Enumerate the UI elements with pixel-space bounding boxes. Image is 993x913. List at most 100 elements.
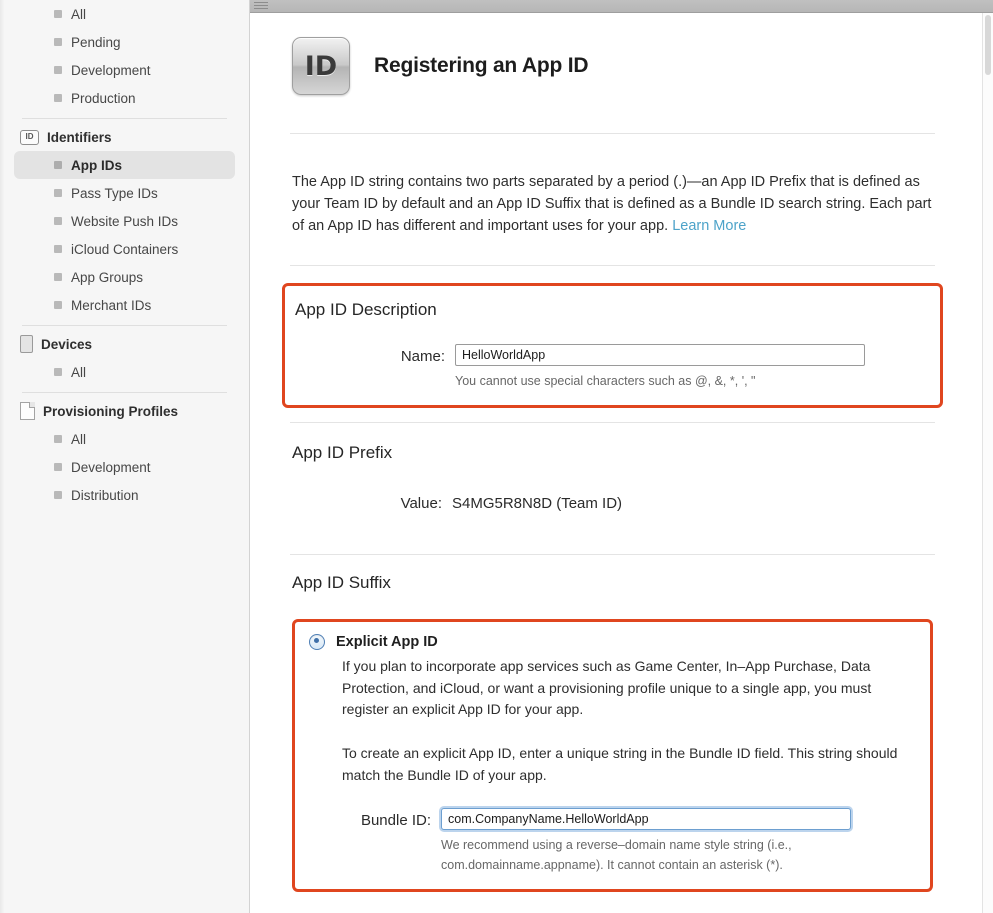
- page-content: ID Registering an App ID The App ID stri…: [250, 13, 983, 913]
- app-id-description-title: App ID Description: [295, 299, 437, 319]
- sidebar-item-label: All: [71, 364, 87, 380]
- sidebar-item-pending[interactable]: Pending: [14, 28, 235, 56]
- sidebar-item-merchant-ids[interactable]: Merchant IDs: [14, 291, 235, 319]
- sidebar: All Pending Development Production ID Id…: [0, 0, 250, 913]
- scrollbar-thumb[interactable]: [985, 15, 991, 75]
- document-icon: [20, 402, 35, 420]
- explicit-app-id-body: If you plan to incorporate app services …: [309, 656, 916, 786]
- app-id-icon: ID: [292, 37, 350, 95]
- app-id-prefix-section: App ID Prefix Value: S4MG5R8N8D (Team ID…: [282, 423, 943, 526]
- bullet-icon: [54, 94, 62, 102]
- sidebar-item-all-devices[interactable]: All: [14, 358, 235, 386]
- learn-more-link[interactable]: Learn More: [672, 218, 746, 234]
- sidebar-scroll-edge: [0, 0, 4, 913]
- sidebar-item-label: Pass Type IDs: [71, 185, 158, 201]
- bullet-icon: [54, 38, 62, 46]
- sidebar-item-label: All: [71, 6, 87, 22]
- explicit-app-id-block: Explicit App ID If you plan to incorpora…: [292, 618, 933, 893]
- explicit-paragraph-2: To create an explicit App ID, enter a un…: [342, 745, 898, 783]
- sidebar-item-pass-type-ids[interactable]: Pass Type IDs: [14, 179, 235, 207]
- sidebar-item-label: App Groups: [71, 269, 144, 285]
- sidebar-item-label: iCloud Containers: [71, 241, 179, 257]
- app-id-suffix-title: App ID Suffix: [292, 572, 391, 592]
- page-title: Registering an App ID: [374, 54, 589, 77]
- header-divider: [290, 133, 935, 134]
- vertical-scrollbar[interactable]: [982, 13, 993, 913]
- sidebar-item-distribution-profiles[interactable]: Distribution: [14, 481, 235, 509]
- prefix-value-label: Value:: [400, 494, 442, 512]
- sidebar-group-devices: Devices: [0, 330, 249, 358]
- app-id-icon-text: ID: [304, 50, 338, 82]
- app-id-description-section: App ID Description Name: You cannot use …: [282, 282, 943, 408]
- bullet-icon: [54, 161, 62, 169]
- name-field-column: You cannot use special characters such a…: [455, 343, 930, 391]
- prefix-value: S4MG5R8N8D (Team ID): [452, 494, 623, 512]
- bundle-id-label: Bundle ID:: [360, 812, 431, 830]
- sidebar-item-development-certs[interactable]: Development: [14, 56, 235, 84]
- bundle-id-field-row: Bundle ID: We recommend using a reverse–…: [309, 808, 916, 875]
- sidebar-item-production[interactable]: Production: [14, 84, 235, 112]
- sidebar-item-label: Pending: [71, 34, 121, 50]
- explicit-app-id-radio[interactable]: [309, 633, 325, 650]
- explicit-app-id-radio-row[interactable]: Explicit App ID: [309, 633, 916, 650]
- sidebar-item-label: Merchant IDs: [71, 297, 152, 313]
- bullet-icon: [54, 66, 62, 74]
- sidebar-divider: [22, 392, 227, 393]
- sidebar-list: All Pending Development Production ID Id…: [0, 0, 249, 509]
- page-scroll-area[interactable]: ID Registering an App ID The App ID stri…: [250, 13, 993, 913]
- bullet-icon: [54, 463, 62, 471]
- id-badge-icon-text: ID: [25, 132, 34, 141]
- bullet-icon: [54, 491, 62, 499]
- page-header: ID Registering an App ID: [282, 13, 943, 95]
- main-panel: ID Registering an App ID The App ID stri…: [250, 0, 993, 913]
- window-toolbar: [250, 0, 993, 13]
- bullet-icon: [54, 217, 62, 225]
- bundle-id-input[interactable]: [441, 808, 851, 831]
- sidebar-item-development-profiles[interactable]: Development: [14, 453, 235, 481]
- id-badge-icon: ID: [20, 129, 39, 145]
- name-label: Name:: [400, 347, 445, 365]
- bullet-icon: [54, 10, 62, 18]
- app-id-prefix-title: App ID Prefix: [292, 442, 393, 462]
- sidebar-item-label: Development: [71, 62, 151, 78]
- sidebar-item-label: Distribution: [71, 487, 139, 503]
- sidebar-item-all-certs[interactable]: All: [14, 0, 235, 28]
- sidebar-item-all-profiles[interactable]: All: [14, 425, 235, 453]
- intro-text: The App ID string contains two parts sep…: [292, 173, 932, 234]
- sidebar-item-label: All: [71, 431, 87, 447]
- bullet-icon: [54, 189, 62, 197]
- explicit-paragraph-1: If you plan to incorporate app services …: [342, 657, 872, 718]
- sidebar-group-label: Devices: [41, 336, 93, 352]
- name-hint: You cannot use special characters such a…: [455, 373, 756, 388]
- bullet-icon: [54, 245, 62, 253]
- app-id-suffix-section: App ID Suffix Explicit App ID If you pla…: [282, 555, 943, 913]
- sidebar-item-label: App IDs: [71, 157, 123, 173]
- sidebar-item-app-groups[interactable]: App Groups: [14, 263, 235, 291]
- intro-divider: [290, 264, 935, 266]
- bundle-id-field-column: We recommend using a reverse–domain name…: [441, 808, 916, 875]
- name-input[interactable]: [455, 343, 865, 366]
- sidebar-divider: [22, 118, 227, 119]
- sidebar-group-label: Identifiers: [47, 129, 112, 145]
- sidebar-group-provisioning-profiles: Provisioning Profiles: [0, 397, 249, 425]
- explicit-app-id-label: Explicit App ID: [336, 633, 438, 650]
- device-icon: [20, 335, 33, 353]
- sidebar-item-app-ids[interactable]: App IDs: [14, 151, 235, 179]
- wildcard-app-id-block: Wildcard App ID: [292, 892, 933, 913]
- bullet-icon: [54, 273, 62, 281]
- sidebar-group-label: Provisioning Profiles: [43, 403, 179, 419]
- sidebar-item-label: Production: [71, 90, 136, 106]
- sidebar-divider: [22, 325, 227, 326]
- sidebar-item-website-push-ids[interactable]: Website Push IDs: [14, 207, 235, 235]
- app-root: All Pending Development Production ID Id…: [0, 0, 993, 913]
- bullet-icon: [54, 435, 62, 443]
- sidebar-item-label: Website Push IDs: [71, 213, 179, 229]
- name-field-row: Name: You cannot use special characters …: [295, 343, 930, 391]
- bullet-icon: [54, 368, 62, 376]
- bullet-icon: [54, 301, 62, 309]
- sidebar-item-icloud-containers[interactable]: iCloud Containers: [14, 235, 235, 263]
- sidebar-group-identifiers: ID Identifiers: [0, 123, 249, 151]
- prefix-value-row: Value: S4MG5R8N8D (Team ID): [292, 495, 933, 512]
- sidebar-item-label: Development: [71, 459, 151, 475]
- intro-paragraph: The App ID string contains two parts sep…: [282, 149, 943, 237]
